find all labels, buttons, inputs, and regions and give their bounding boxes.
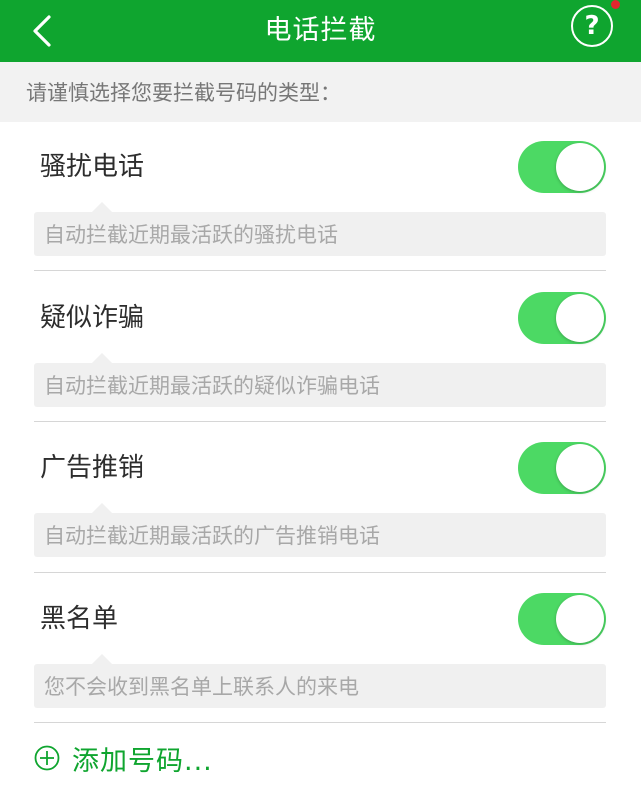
page-title: 电话拦截 bbox=[264, 15, 377, 46]
fraud-toggle[interactable] bbox=[518, 292, 606, 344]
toggle-knob bbox=[556, 444, 604, 492]
category-description: 您不会收到黑名单上联系人的来电 bbox=[34, 664, 606, 708]
top-bar: 电话拦截 ? bbox=[0, 0, 641, 62]
advertising-toggle[interactable] bbox=[518, 442, 606, 494]
category-description: 自动拦截近期最活跃的广告推销电话 bbox=[34, 513, 606, 557]
toggle-knob bbox=[556, 143, 604, 191]
divider bbox=[34, 722, 606, 723]
category-label: 黑名单 bbox=[40, 604, 119, 634]
harassment-toggle[interactable] bbox=[518, 141, 606, 193]
category-description: 自动拦截近期最活跃的骚扰电话 bbox=[34, 212, 606, 256]
notification-dot bbox=[611, 0, 620, 9]
plus-circle-icon bbox=[34, 745, 60, 771]
description-caret bbox=[92, 654, 112, 664]
description-caret bbox=[92, 202, 112, 212]
hint-text: 请谨慎选择您要拦截号码的类型： bbox=[0, 62, 641, 122]
category-label: 广告推销 bbox=[40, 453, 145, 483]
toggle-knob bbox=[556, 595, 604, 643]
blacklist-toggle[interactable] bbox=[518, 593, 606, 645]
category-label: 疑似诈骗 bbox=[40, 303, 145, 333]
divider bbox=[34, 421, 606, 422]
help-button[interactable]: ? bbox=[571, 5, 613, 47]
add-number-label: 添加号码... bbox=[72, 745, 213, 777]
add-number-button[interactable]: 添加号码... bbox=[34, 736, 434, 780]
divider bbox=[34, 572, 606, 573]
question-circle-icon: ? bbox=[584, 11, 600, 41]
divider bbox=[34, 270, 606, 271]
category-label: 骚扰电话 bbox=[40, 152, 145, 182]
toggle-knob bbox=[556, 294, 604, 342]
description-caret bbox=[92, 503, 112, 513]
description-caret bbox=[92, 353, 112, 363]
category-description: 自动拦截近期最活跃的疑似诈骗电话 bbox=[34, 363, 606, 407]
